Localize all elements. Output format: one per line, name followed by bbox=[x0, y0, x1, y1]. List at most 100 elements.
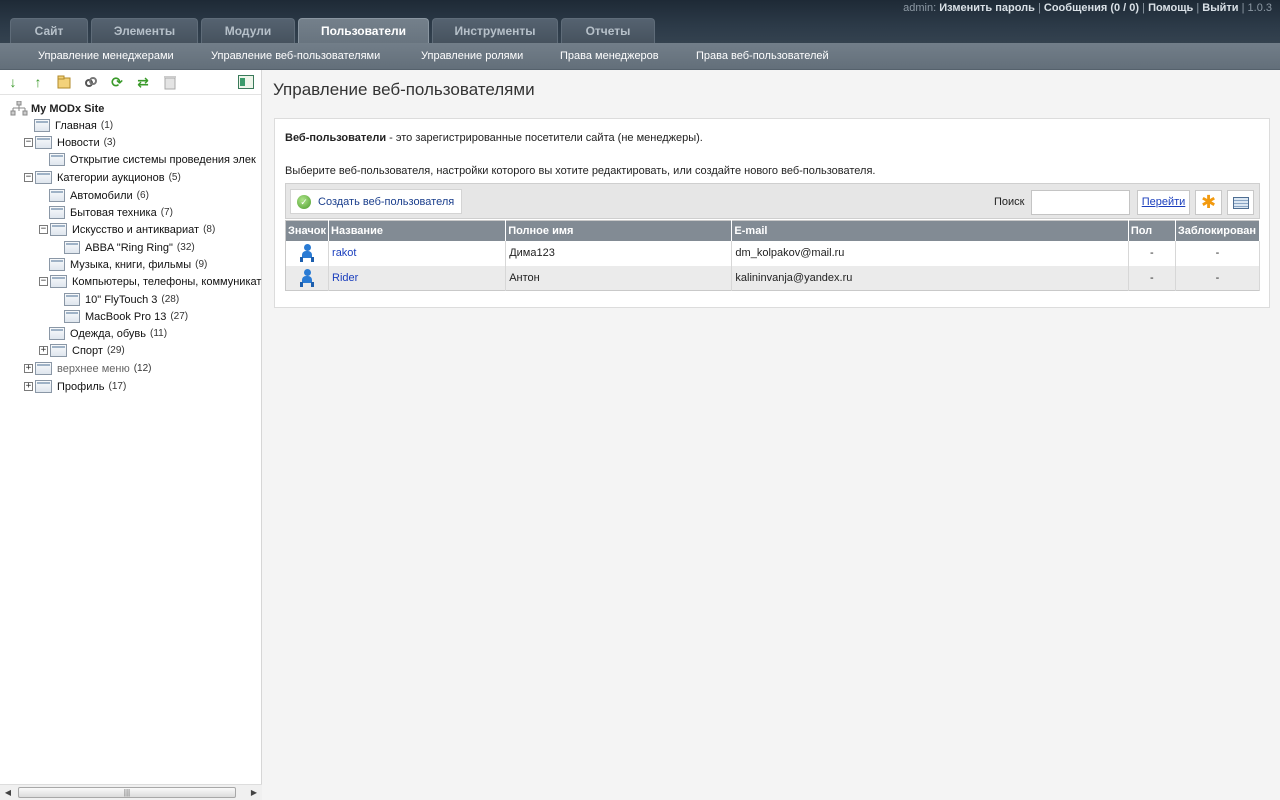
collapse-toggle-icon[interactable]: − bbox=[24, 173, 33, 182]
column-header-name[interactable]: Название bbox=[328, 220, 507, 241]
subnav-manage-web-users[interactable]: Управление веб-пользователями bbox=[211, 50, 380, 62]
tree-node[interactable]: Автомобили (6) bbox=[49, 187, 149, 204]
tree-node-label: ABBA "Ring Ring" bbox=[85, 241, 173, 254]
tree-node[interactable]: MacBook Pro 13 (27) bbox=[64, 308, 188, 325]
tree-node[interactable]: + Профиль (17) bbox=[24, 378, 126, 395]
separator: | bbox=[1142, 2, 1145, 14]
tree-node-id: (8) bbox=[203, 224, 216, 235]
tree-node-label: MacBook Pro 13 bbox=[85, 310, 167, 323]
subnav-web-user-permissions[interactable]: Права веб-пользователей bbox=[696, 50, 829, 62]
table-row[interactable]: Rider Антон kalininvanja@yandex.ru - - bbox=[285, 265, 1261, 291]
tab-reports[interactable]: Отчеты bbox=[561, 18, 655, 43]
tree-node[interactable]: Открытие системы проведения элек bbox=[49, 151, 260, 168]
tree-node-label: 10" FlyTouch 3 bbox=[85, 293, 158, 306]
new-weblink-icon[interactable] bbox=[82, 74, 100, 90]
main-content: Управление веб-пользователями Веб-пользо… bbox=[262, 70, 1280, 800]
username-cell: rakot bbox=[328, 240, 507, 266]
tab-users[interactable]: Пользователи bbox=[298, 18, 429, 43]
tree-node-label: Одежда, обувь bbox=[70, 327, 146, 340]
column-header-icon[interactable]: Значок bbox=[285, 220, 330, 241]
expand-toggle-icon[interactable]: + bbox=[24, 382, 33, 391]
username-label: admin: bbox=[903, 2, 937, 14]
tree-node[interactable]: − Компьютеры, телефоны, коммуникат bbox=[39, 273, 262, 290]
subnav-manage-managers[interactable]: Управление менеджерами bbox=[38, 50, 174, 62]
username-cell: Rider bbox=[328, 265, 507, 291]
tree-node-label: Автомобили bbox=[70, 189, 133, 202]
user-icon-cell bbox=[285, 265, 330, 291]
create-web-user-button[interactable]: ✓ Создать веб-пользователя bbox=[290, 189, 462, 214]
tree-node-id: (12) bbox=[133, 363, 152, 374]
tab-site[interactable]: Сайт bbox=[10, 18, 88, 43]
collapse-tree-icon[interactable]: ↑ bbox=[29, 74, 47, 90]
tree-node[interactable]: − Категории аукционов (5) bbox=[24, 169, 181, 186]
search-input[interactable] bbox=[1031, 190, 1130, 215]
logout-link[interactable]: Выйти bbox=[1202, 2, 1238, 14]
action-bar: ✓ Создать веб-пользователя Поиск Перейти… bbox=[285, 183, 1260, 219]
tree-node[interactable]: Бытовая техника (7) bbox=[49, 204, 173, 221]
tree-node-label: Новости bbox=[57, 136, 100, 149]
go-button[interactable]: Перейти bbox=[1137, 190, 1190, 215]
tree-node-label: Открытие системы проведения элек bbox=[70, 153, 256, 166]
folder-icon bbox=[35, 362, 52, 375]
tab-elements[interactable]: Элементы bbox=[91, 18, 198, 43]
folder-icon bbox=[50, 275, 67, 288]
tree-root[interactable]: My MODx Site bbox=[10, 100, 104, 117]
tree-node-label: Искусство и антиквариат bbox=[72, 223, 200, 236]
web-users-table: Значок Название Полное имя E-mail Пол За… bbox=[285, 220, 1261, 291]
column-header-gender[interactable]: Пол bbox=[1128, 220, 1176, 241]
new-document-icon[interactable] bbox=[55, 74, 73, 90]
messages-link[interactable]: Сообщения (0 / 0) bbox=[1044, 2, 1139, 14]
refresh-icon[interactable]: ⟳ bbox=[108, 74, 126, 90]
collapse-toggle-icon[interactable]: − bbox=[39, 225, 48, 234]
help-link[interactable]: Помощь bbox=[1148, 2, 1193, 14]
username-link[interactable]: rakot bbox=[332, 247, 356, 259]
scroll-right-icon[interactable]: ▶ bbox=[248, 787, 260, 799]
scrollbar-thumb[interactable]: ||| bbox=[18, 787, 236, 798]
tree-horizontal-scrollbar[interactable]: ◀ ||| ▶ bbox=[0, 784, 262, 800]
sort-icon[interactable]: ⇄ bbox=[134, 74, 152, 90]
tree-node[interactable]: Главная (1) bbox=[34, 117, 113, 134]
purge-icon[interactable] bbox=[161, 74, 179, 90]
tree-node[interactable]: − Искусство и антиквариат (8) bbox=[39, 221, 215, 238]
column-header-fullname[interactable]: Полное имя bbox=[505, 220, 733, 241]
tree-node-label: Бытовая техника bbox=[70, 206, 157, 219]
expand-toggle-icon[interactable]: + bbox=[24, 364, 33, 373]
fullname-cell: Антон bbox=[505, 265, 733, 291]
version-label: 1.0.3 bbox=[1247, 2, 1272, 14]
web-users-panel: Веб-пользователи - это зарегистрированны… bbox=[274, 118, 1270, 308]
tree-node[interactable]: ABBA "Ring Ring" (32) bbox=[64, 239, 195, 256]
expand-toggle-icon[interactable]: + bbox=[39, 346, 48, 355]
hide-panel-icon[interactable] bbox=[237, 74, 255, 90]
tree-node[interactable]: − Новости (3) bbox=[24, 134, 116, 151]
tree-node-label: Музыка, книги, фильмы bbox=[70, 258, 192, 271]
collapse-toggle-icon[interactable]: − bbox=[39, 277, 48, 286]
scroll-left-icon[interactable]: ◀ bbox=[2, 787, 14, 799]
change-password-link[interactable]: Изменить пароль bbox=[939, 2, 1035, 14]
username-link[interactable]: Rider bbox=[332, 272, 358, 284]
collapse-toggle-icon[interactable]: − bbox=[24, 138, 33, 147]
tree-node[interactable]: + верхнее меню (12) bbox=[24, 360, 152, 377]
reset-search-button[interactable]: ✱ bbox=[1195, 190, 1222, 215]
subnav-manager-permissions[interactable]: Права менеджеров bbox=[560, 50, 659, 62]
subnav-manage-roles[interactable]: Управление ролями bbox=[421, 50, 523, 62]
column-header-email[interactable]: E-mail bbox=[731, 220, 1129, 241]
tree-node-id: (3) bbox=[103, 137, 116, 148]
list-view-button[interactable] bbox=[1227, 190, 1254, 215]
tab-modules[interactable]: Модули bbox=[201, 18, 295, 43]
table-row[interactable]: rakot Дима123 dm_kolpakov@mail.ru - - bbox=[285, 240, 1261, 266]
tree-node[interactable]: + Спорт (29) bbox=[39, 342, 125, 359]
tree-node-label: Категории аукционов bbox=[57, 171, 165, 184]
tree-node-id: (7) bbox=[160, 207, 173, 218]
tree-node-id: (32) bbox=[176, 242, 195, 253]
page-icon bbox=[34, 119, 50, 132]
tree-node[interactable]: Одежда, обувь (11) bbox=[49, 325, 167, 342]
tab-tools[interactable]: Инструменты bbox=[432, 18, 558, 43]
expand-tree-icon[interactable]: ↓ bbox=[4, 74, 22, 90]
folder-icon bbox=[35, 380, 52, 393]
table-view-icon bbox=[1232, 196, 1249, 209]
tree-node[interactable]: Музыка, книги, фильмы (9) bbox=[49, 256, 207, 273]
page-icon bbox=[49, 258, 65, 271]
column-header-blocked[interactable]: Заблокирован bbox=[1175, 220, 1261, 241]
tree-node[interactable]: 10" FlyTouch 3 (28) bbox=[64, 291, 179, 308]
separator: | bbox=[1037, 2, 1041, 14]
